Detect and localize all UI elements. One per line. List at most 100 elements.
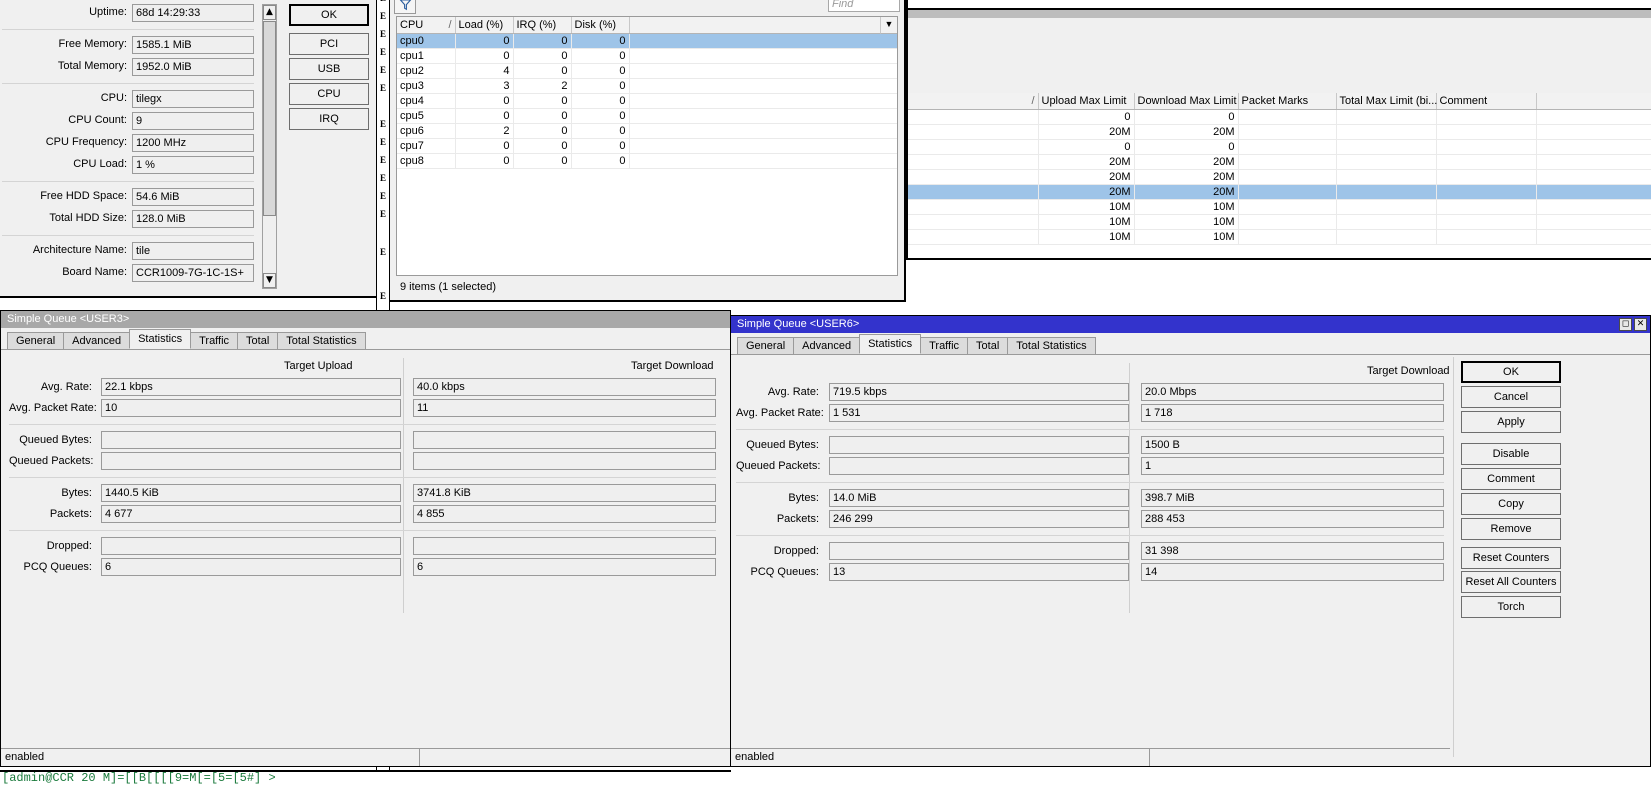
scroll-up-arrow-icon[interactable]: ▲ bbox=[263, 5, 276, 20]
copy-button[interactable]: Copy bbox=[1461, 493, 1561, 515]
resource-field-value[interactable]: CCR1009-7G-1C-1S+ bbox=[132, 264, 254, 282]
queue-col-blank0[interactable]: / bbox=[908, 93, 1038, 109]
find-input[interactable]: Find bbox=[828, 0, 900, 12]
user3-download-value[interactable]: 40.0 kbps bbox=[413, 378, 716, 396]
user3-upload-value[interactable] bbox=[101, 452, 401, 470]
user6-upload-value[interactable] bbox=[829, 436, 1129, 454]
user3-tab-advanced[interactable]: Advanced bbox=[63, 332, 130, 349]
user6-titlebar[interactable]: Simple Queue <USER6> ◻ ✕ bbox=[731, 316, 1650, 333]
user6-tab-general[interactable]: General bbox=[737, 337, 794, 354]
table-row[interactable]: cpu2400 bbox=[397, 63, 897, 78]
table-row[interactable]: 20M20M bbox=[908, 124, 1651, 139]
user3-upload-value[interactable]: 4 677 bbox=[101, 505, 401, 523]
resource-field-value[interactable]: tile bbox=[132, 242, 254, 260]
user3-upload-value[interactable]: 22.1 kbps bbox=[101, 378, 401, 396]
user6-download-value[interactable]: 1500 B bbox=[1141, 436, 1444, 454]
resource-field-value[interactable]: 1585.1 MiB bbox=[132, 36, 254, 54]
user6-download-value[interactable]: 31 398 bbox=[1141, 542, 1444, 560]
queue-col-total-max-limit-bi-[interactable]: Total Max Limit (bi... bbox=[1336, 93, 1436, 109]
user3-download-value[interactable]: 3741.8 KiB bbox=[413, 484, 716, 502]
cpu-col-cpu[interactable]: CPU/ bbox=[397, 17, 455, 33]
irq-button[interactable]: IRQ bbox=[289, 108, 369, 130]
user3-upload-value[interactable]: 6 bbox=[101, 558, 401, 576]
user3-tab-total[interactable]: Total bbox=[237, 332, 278, 349]
scroll-down-arrow-icon[interactable]: ▼ bbox=[263, 273, 276, 288]
remove-button[interactable]: Remove bbox=[1461, 518, 1561, 540]
usb-button[interactable]: USB bbox=[289, 58, 369, 80]
table-row[interactable]: cpu1000 bbox=[397, 48, 897, 63]
table-row[interactable]: cpu5000 bbox=[397, 108, 897, 123]
user3-download-value[interactable] bbox=[413, 431, 716, 449]
user6-download-value[interactable]: 14 bbox=[1141, 563, 1444, 581]
maximize-icon[interactable]: ◻ bbox=[1619, 318, 1632, 331]
user6-tab-total-statistics[interactable]: Total Statistics bbox=[1007, 337, 1095, 354]
cpu-table-header-row[interactable]: CPU/Load (%)IRQ (%)Disk (%) bbox=[397, 17, 897, 33]
table-row[interactable]: 00 bbox=[908, 139, 1651, 154]
user3-tab-general[interactable]: General bbox=[7, 332, 64, 349]
user3-upload-value[interactable]: 1440.5 KiB bbox=[101, 484, 401, 502]
table-row[interactable]: 20M20M bbox=[908, 154, 1651, 169]
user3-download-value[interactable]: 4 855 bbox=[413, 505, 716, 523]
resource-field-value[interactable]: 1 % bbox=[132, 156, 254, 174]
ok-button[interactable]: OK bbox=[289, 4, 369, 26]
user6-tabstrip[interactable]: GeneralAdvancedStatisticsTrafficTotalTot… bbox=[731, 333, 1650, 355]
user6-download-value[interactable]: 288 453 bbox=[1141, 510, 1444, 528]
chevron-down-icon[interactable]: ▼ bbox=[880, 17, 897, 34]
table-row[interactable]: 20M20M bbox=[908, 169, 1651, 184]
user3-titlebar[interactable]: Simple Queue <USER3> bbox=[1, 311, 730, 328]
queue-list-table[interactable]: /Upload Max LimitDownload Max LimitPacke… bbox=[908, 93, 1651, 245]
user3-upload-value[interactable] bbox=[101, 431, 401, 449]
user3-download-value[interactable]: 11 bbox=[413, 399, 716, 417]
user3-upload-value[interactable]: 10 bbox=[101, 399, 401, 417]
user3-download-value[interactable] bbox=[413, 537, 716, 555]
reset-all-counters-button[interactable]: Reset All Counters bbox=[1461, 571, 1561, 593]
user6-download-value[interactable]: 398.7 MiB bbox=[1141, 489, 1444, 507]
funnel-filter-icon[interactable] bbox=[394, 0, 416, 14]
queue-list-header-row[interactable]: /Upload Max LimitDownload Max LimitPacke… bbox=[908, 93, 1651, 109]
resource-field-value[interactable]: 68d 14:29:33 bbox=[132, 4, 254, 22]
user3-download-value[interactable] bbox=[413, 452, 716, 470]
table-row[interactable]: cpu8000 bbox=[397, 153, 897, 168]
cpu-button[interactable]: CPU bbox=[289, 83, 369, 105]
cpu-table[interactable]: CPU/Load (%)IRQ (%)Disk (%) cpu0000cpu10… bbox=[397, 17, 897, 169]
user6-tab-statistics[interactable]: Statistics bbox=[859, 334, 921, 354]
pci-button[interactable]: PCI bbox=[289, 33, 369, 55]
queue-col-download-max-limit[interactable]: Download Max Limit bbox=[1134, 93, 1238, 109]
user6-upload-value[interactable]: 14.0 MiB bbox=[829, 489, 1129, 507]
ok-button[interactable]: OK bbox=[1461, 361, 1561, 383]
user6-upload-value[interactable] bbox=[829, 457, 1129, 475]
queue-col-packet-marks[interactable]: Packet Marks bbox=[1238, 93, 1336, 109]
cpu-col-irq-[interactable]: IRQ (%) bbox=[513, 17, 571, 33]
comment-button[interactable]: Comment bbox=[1461, 468, 1561, 490]
reset-counters-button[interactable]: Reset Counters bbox=[1461, 547, 1561, 569]
user3-tab-total-statistics[interactable]: Total Statistics bbox=[277, 332, 365, 349]
user6-tab-total[interactable]: Total bbox=[967, 337, 1008, 354]
disable-button[interactable]: Disable bbox=[1461, 443, 1561, 465]
table-row[interactable]: 00 bbox=[908, 109, 1651, 124]
queue-col-comment[interactable]: Comment bbox=[1436, 93, 1536, 109]
queue-col-blank6[interactable] bbox=[1536, 93, 1651, 109]
user3-download-value[interactable]: 6 bbox=[413, 558, 716, 576]
user6-upload-value[interactable]: 13 bbox=[829, 563, 1129, 581]
apply-button[interactable]: Apply bbox=[1461, 411, 1561, 433]
close-icon[interactable]: ✕ bbox=[1634, 318, 1647, 331]
resource-scrollbar[interactable]: ▲ ▼ bbox=[262, 4, 277, 289]
table-row[interactable]: cpu4000 bbox=[397, 93, 897, 108]
resource-field-value[interactable]: 128.0 MiB bbox=[132, 210, 254, 228]
torch-button[interactable]: Torch bbox=[1461, 596, 1561, 618]
cpu-col-disk-[interactable]: Disk (%) bbox=[571, 17, 629, 33]
cpu-col-load-[interactable]: Load (%) bbox=[455, 17, 513, 33]
scrollbar-thumb[interactable] bbox=[263, 21, 276, 216]
user6-tab-traffic[interactable]: Traffic bbox=[920, 337, 968, 354]
user6-upload-value[interactable]: 246 299 bbox=[829, 510, 1129, 528]
user3-tab-traffic[interactable]: Traffic bbox=[190, 332, 238, 349]
user6-download-value[interactable]: 20.0 Mbps bbox=[1141, 383, 1444, 401]
table-row[interactable]: cpu6200 bbox=[397, 123, 897, 138]
table-row[interactable]: cpu0000 bbox=[397, 33, 897, 48]
table-row[interactable]: cpu3320 bbox=[397, 78, 897, 93]
cancel-button[interactable]: Cancel bbox=[1461, 386, 1561, 408]
resource-field-value[interactable]: 1200 MHz bbox=[132, 134, 254, 152]
user3-upload-value[interactable] bbox=[101, 537, 401, 555]
table-row[interactable]: 10M10M bbox=[908, 199, 1651, 214]
resource-field-value[interactable]: 9 bbox=[132, 112, 254, 130]
